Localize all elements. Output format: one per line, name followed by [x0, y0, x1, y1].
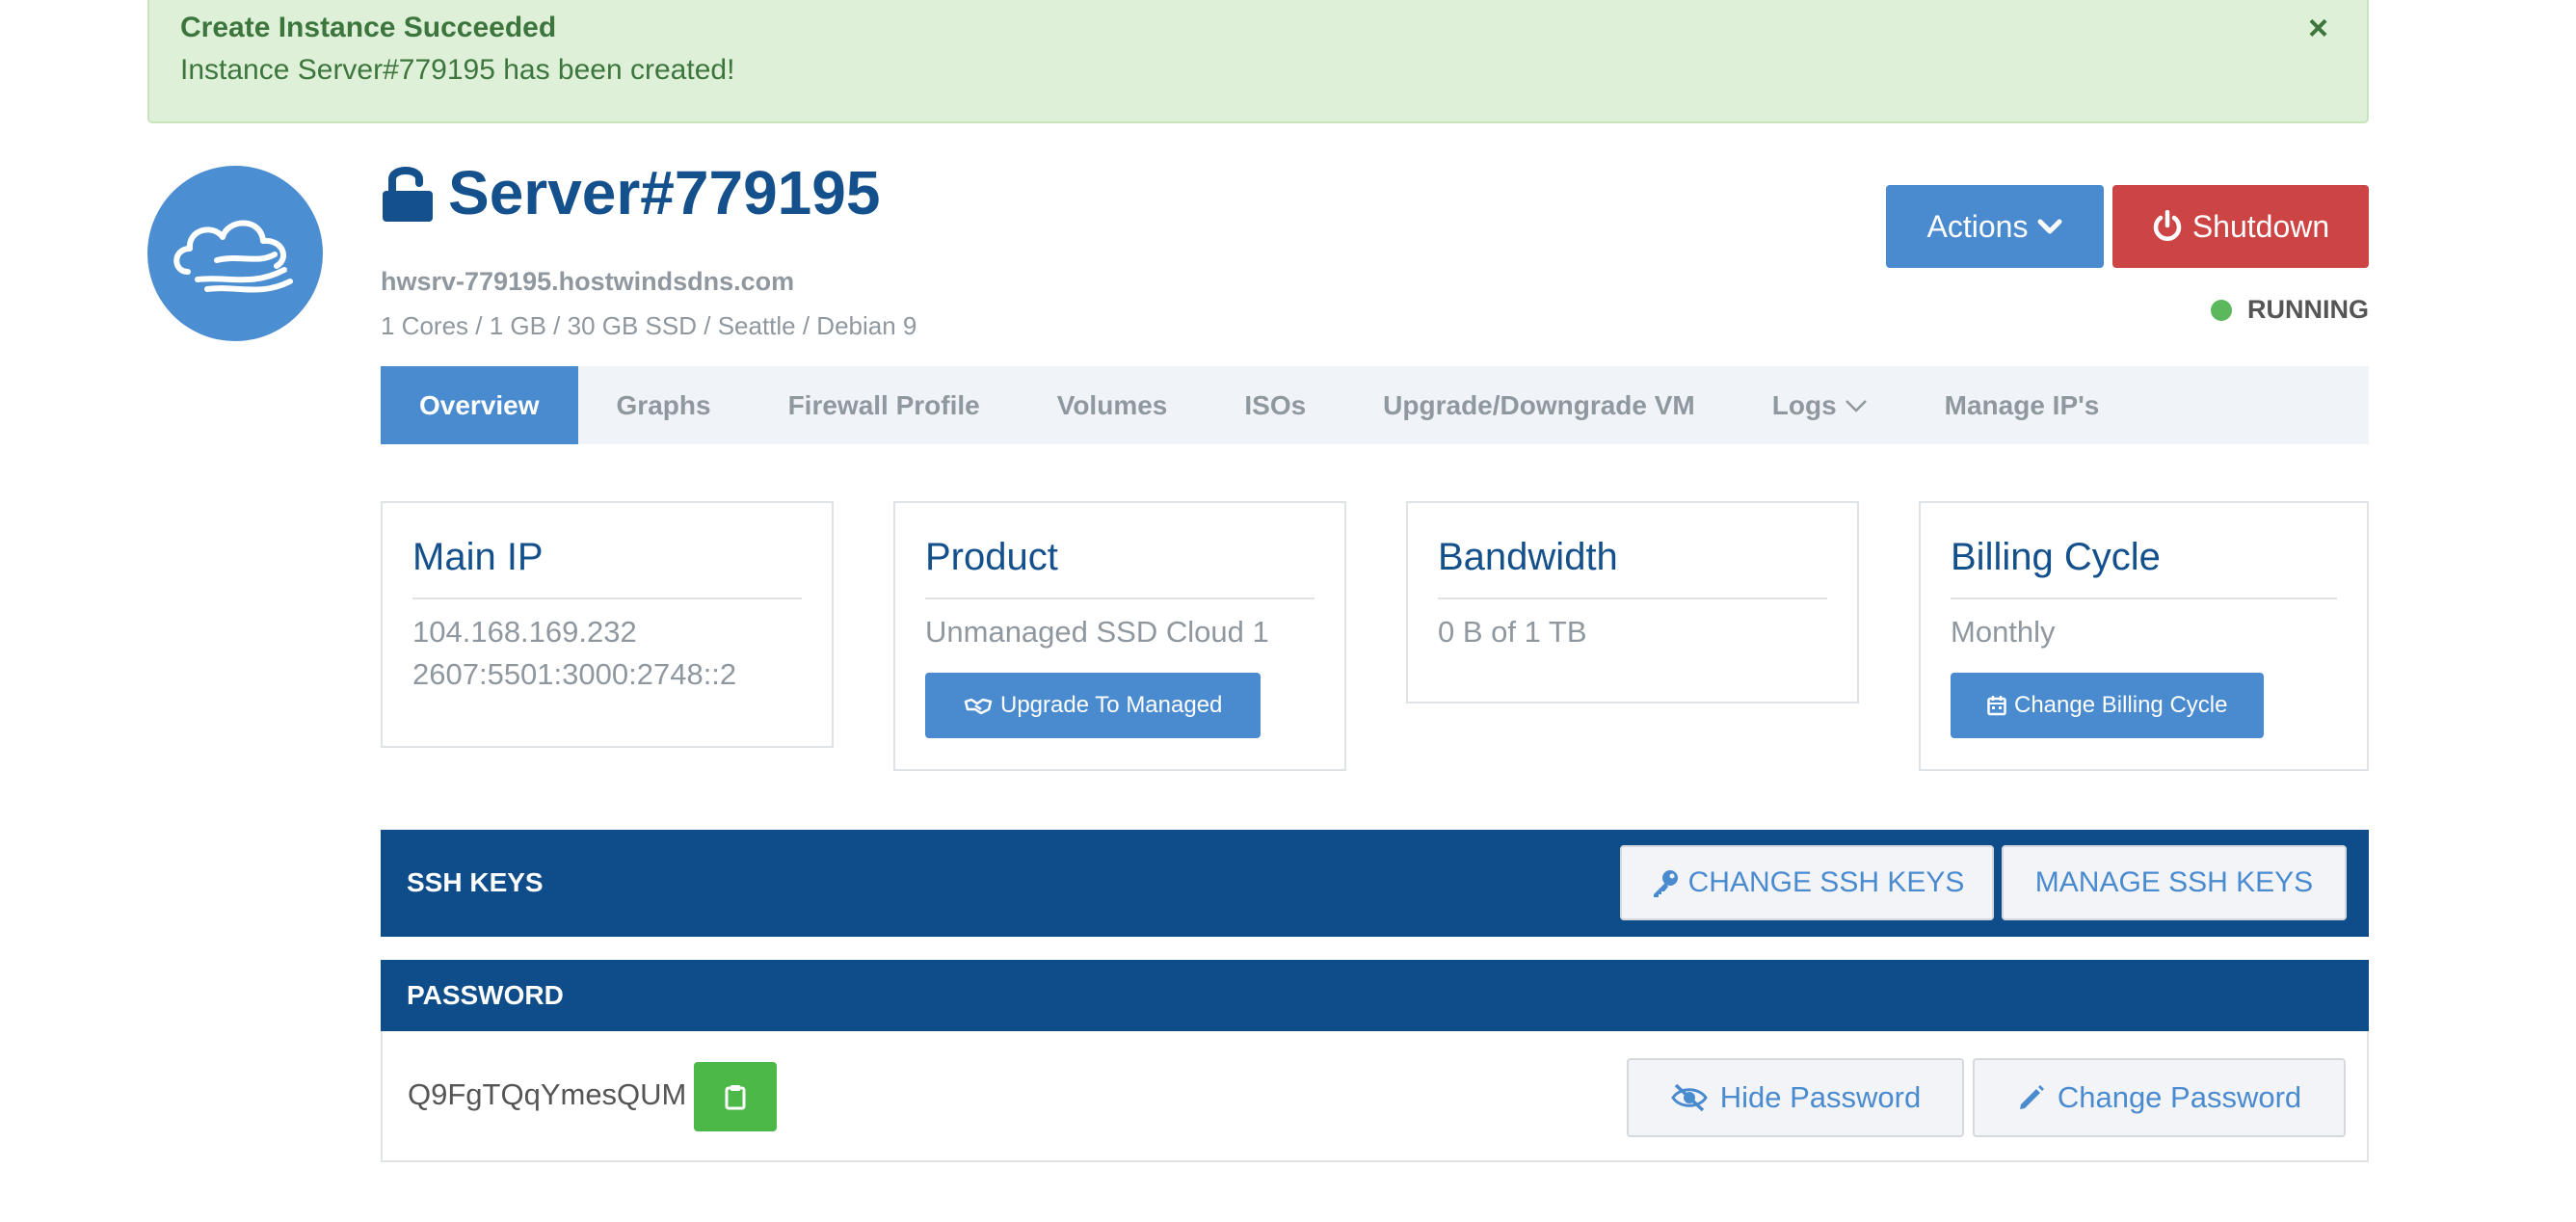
alert-title: Create Instance Succeeded — [180, 12, 557, 43]
calendar-icon — [1987, 696, 2006, 716]
card-title: Bandwidth — [1438, 536, 1618, 578]
card-main-ip: Main IP 104.168.169.232 2607:5501:3000:2… — [381, 501, 834, 748]
tab-graphs[interactable]: Graphs — [578, 366, 750, 444]
server-specs: 1 Cores / 1 GB / 30 GB SSD / Seattle / D… — [381, 311, 917, 340]
manage-ssh-keys-button[interactable]: MANAGE SSH KEYS — [2002, 845, 2347, 920]
card-product: Product Unmanaged SSD Cloud 1 Upgrade To… — [893, 501, 1346, 771]
eye-slash-icon — [1670, 1083, 1708, 1112]
divider — [1951, 598, 2337, 599]
actions-label: Actions — [1926, 208, 2029, 244]
change-password-label: Change Password — [2057, 1080, 2302, 1114]
actions-button[interactable]: Actions — [1886, 185, 2104, 268]
divider — [925, 598, 1315, 599]
divider — [412, 598, 802, 599]
status-indicator: RUNNING — [2211, 295, 2369, 325]
password-bar: PASSWORD — [381, 960, 2369, 1031]
tab-overview[interactable]: Overview — [381, 366, 578, 444]
hide-password-label: Hide Password — [1719, 1080, 1922, 1114]
key-icon — [1653, 870, 1678, 897]
server-name: Server#779195 — [448, 158, 881, 227]
cloud-icon — [173, 220, 293, 293]
change-ssh-keys-button[interactable]: CHANGE SSH KEYS — [1620, 845, 1994, 920]
divider — [1438, 598, 1827, 599]
tab-logs-label: Logs — [1771, 389, 1837, 420]
change-ssh-keys-label: CHANGE SSH KEYS — [1687, 866, 1965, 898]
card-billing-cycle: Billing Cycle Monthly Change Billing Cyc… — [1919, 501, 2369, 771]
server-avatar — [147, 166, 323, 341]
success-alert: Create Instance Succeeded Instance Serve… — [147, 0, 2369, 123]
tab-volumes[interactable]: Volumes — [1019, 366, 1207, 444]
server-title: Server#779195 — [381, 154, 880, 231]
ssh-keys-bar: SSH KEYS CHANGE SSH KEYS MANAGE SSH KEYS — [381, 830, 2369, 937]
card-title: Product — [925, 536, 1058, 578]
tab-manage-ips[interactable]: Manage IP's — [1906, 366, 2138, 444]
handshake-icon — [964, 698, 993, 715]
password-row: Q9FgTQqYmesQUM Hide Password Change Pass… — [381, 1031, 2369, 1162]
ipv6-address: 2607:5501:3000:2748::2 — [412, 657, 737, 691]
tab-firewall-profile[interactable]: Firewall Profile — [750, 366, 1019, 444]
ssh-keys-title: SSH KEYS — [407, 867, 544, 897]
card-bandwidth: Bandwidth 0 B of 1 TB — [1406, 501, 1859, 704]
shutdown-button[interactable]: Shutdown — [2112, 185, 2369, 268]
unlock-icon — [383, 167, 433, 222]
clipboard-icon — [725, 1085, 746, 1110]
tab-upgrade-downgrade-vm[interactable]: Upgrade/Downgrade VM — [1344, 366, 1734, 444]
shutdown-label: Shutdown — [2191, 208, 2330, 244]
tab-bar: Overview Graphs Firewall Profile Volumes… — [381, 366, 2369, 444]
pencil-icon — [2019, 1085, 2044, 1109]
change-billing-cycle-button[interactable]: Change Billing Cycle — [1951, 673, 2265, 738]
status-text: RUNNING — [2247, 295, 2369, 324]
power-icon — [2153, 210, 2182, 241]
tab-isos[interactable]: ISOs — [1206, 366, 1344, 444]
server-hostname: hwsrv-779195.hostwindsdns.com — [381, 267, 795, 296]
tab-logs[interactable]: Logs — [1734, 366, 1906, 444]
chevron-down-icon — [2037, 219, 2062, 234]
password-title: PASSWORD — [407, 980, 564, 1010]
card-title: Billing Cycle — [1951, 536, 2161, 578]
upgrade-label: Upgrade To Managed — [1000, 692, 1223, 718]
bandwidth-value: 0 B of 1 TB — [1438, 615, 1587, 649]
change-password-button[interactable]: Change Password — [1973, 1058, 2346, 1137]
alert-message: Instance Server#779195 has been created! — [180, 54, 735, 86]
card-title: Main IP — [412, 536, 544, 578]
copy-password-button[interactable] — [694, 1062, 777, 1131]
billing-value: Monthly — [1951, 615, 2056, 649]
product-value: Unmanaged SSD Cloud 1 — [925, 615, 1269, 649]
change-billing-label: Change Billing Cycle — [2014, 692, 2228, 718]
ipv4-address: 104.168.169.232 — [412, 615, 637, 649]
hide-password-button[interactable]: Hide Password — [1627, 1058, 1964, 1137]
password-value: Q9FgTQqYmesQUM — [408, 1077, 687, 1111]
status-dot — [2211, 299, 2232, 321]
close-icon[interactable]: × — [2308, 8, 2328, 48]
upgrade-to-managed-button[interactable]: Upgrade To Managed — [925, 673, 1261, 738]
chevron-down-icon — [1845, 399, 1867, 412]
